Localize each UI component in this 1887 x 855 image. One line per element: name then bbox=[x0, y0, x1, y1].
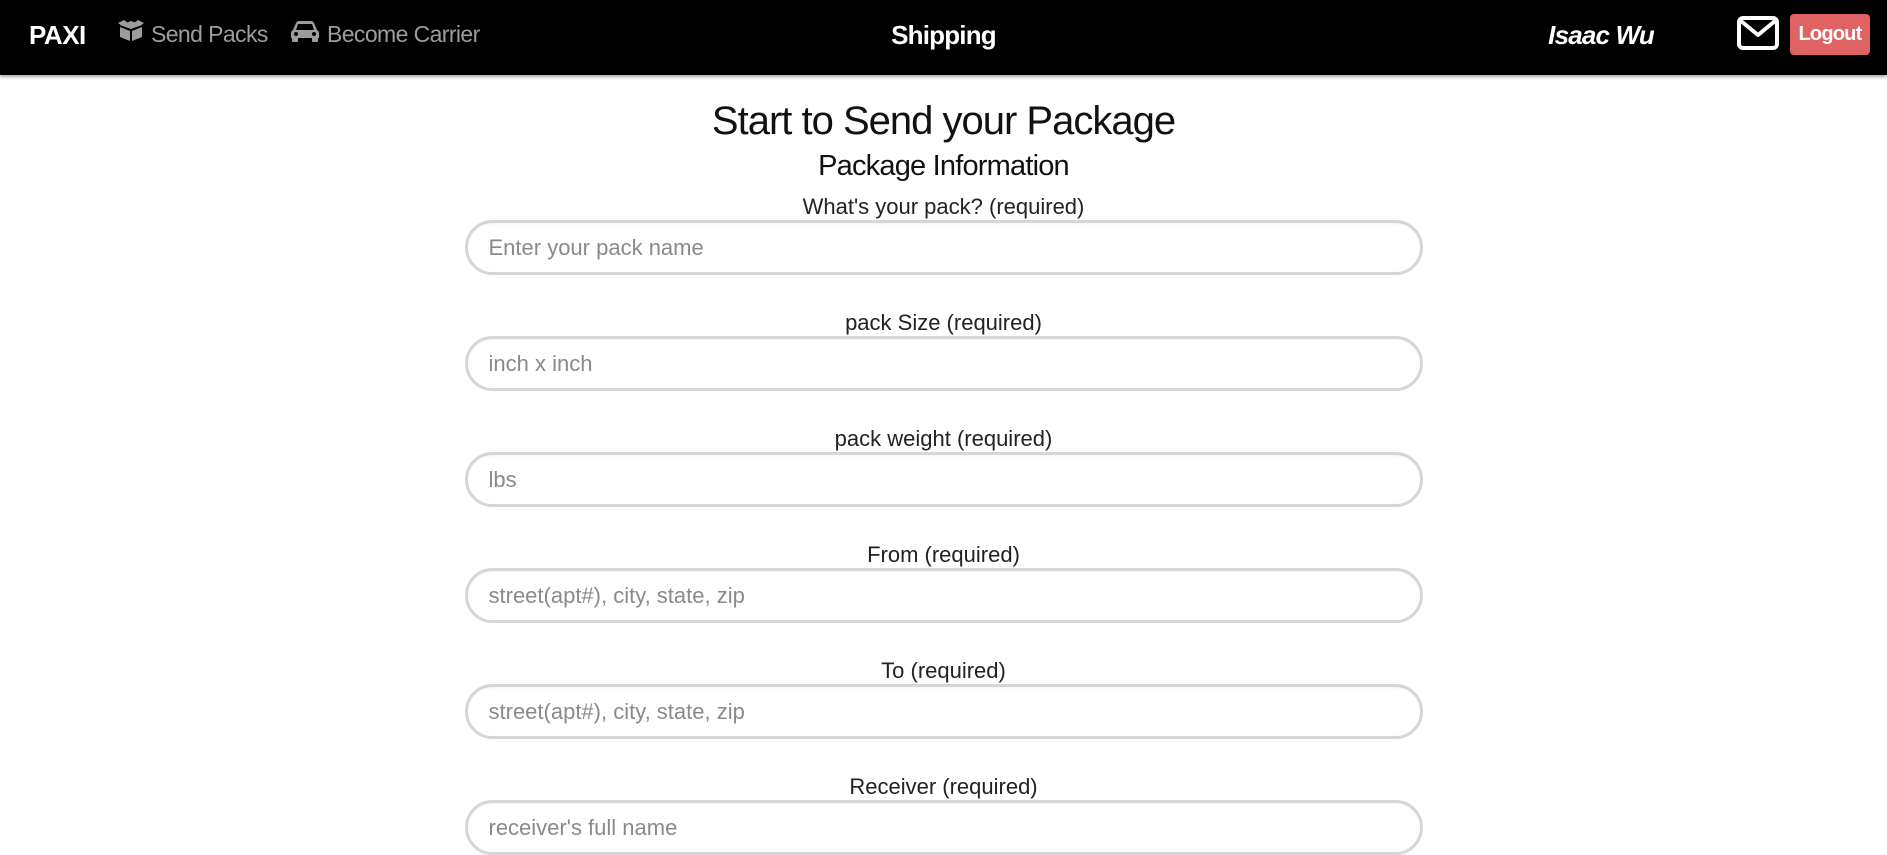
receiver-label: Receiver (required) bbox=[849, 774, 1038, 799]
page-title: Start to Send your Package bbox=[711, 99, 1176, 143]
nav-send-packs-label: Send Packs bbox=[151, 20, 268, 47]
logout-button[interactable]: Logout bbox=[1790, 14, 1870, 55]
pack-weight-label: pack weight (required) bbox=[834, 426, 1053, 451]
receiver-name-input[interactable] bbox=[464, 800, 1423, 855]
pack-size-input[interactable] bbox=[464, 336, 1423, 391]
brand-logo[interactable]: PAXI bbox=[29, 20, 86, 51]
from-address-label: From (required) bbox=[867, 542, 1020, 567]
pack-size-label: pack Size (required) bbox=[845, 310, 1042, 335]
from-address-group: From (required) bbox=[464, 542, 1423, 623]
envelope-icon[interactable] bbox=[1737, 16, 1779, 55]
package-form: What's your pack? (required) pack Size (… bbox=[0, 194, 1887, 855]
box-icon bbox=[118, 20, 144, 48]
receiver-group: Receiver (required) bbox=[464, 774, 1423, 855]
pack-name-group: What's your pack? (required) bbox=[464, 194, 1423, 275]
top-navbar: PAXI Send Packs Become Carrier Shipping … bbox=[0, 0, 1887, 75]
pack-size-group: pack Size (required) bbox=[464, 310, 1423, 391]
pack-name-label: What's your pack? (required) bbox=[802, 194, 1085, 219]
pack-weight-input[interactable] bbox=[464, 452, 1423, 507]
pack-weight-group: pack weight (required) bbox=[464, 426, 1423, 507]
to-address-input[interactable] bbox=[464, 684, 1423, 739]
to-address-group: To (required) bbox=[464, 658, 1423, 739]
to-address-label: To (required) bbox=[881, 658, 1006, 683]
nav-become-carrier-label: Become Carrier bbox=[327, 20, 480, 47]
main-content: Start to Send your Package Package Infor… bbox=[0, 75, 1887, 855]
car-icon bbox=[290, 20, 320, 48]
pack-name-input[interactable] bbox=[464, 220, 1423, 275]
section-title: Package Information bbox=[818, 150, 1070, 182]
from-address-input[interactable] bbox=[464, 568, 1423, 623]
username: Isaac Wu bbox=[1548, 20, 1655, 50]
nav-become-carrier[interactable]: Become Carrier bbox=[290, 20, 480, 48]
nav-send-packs[interactable]: Send Packs bbox=[118, 20, 268, 48]
